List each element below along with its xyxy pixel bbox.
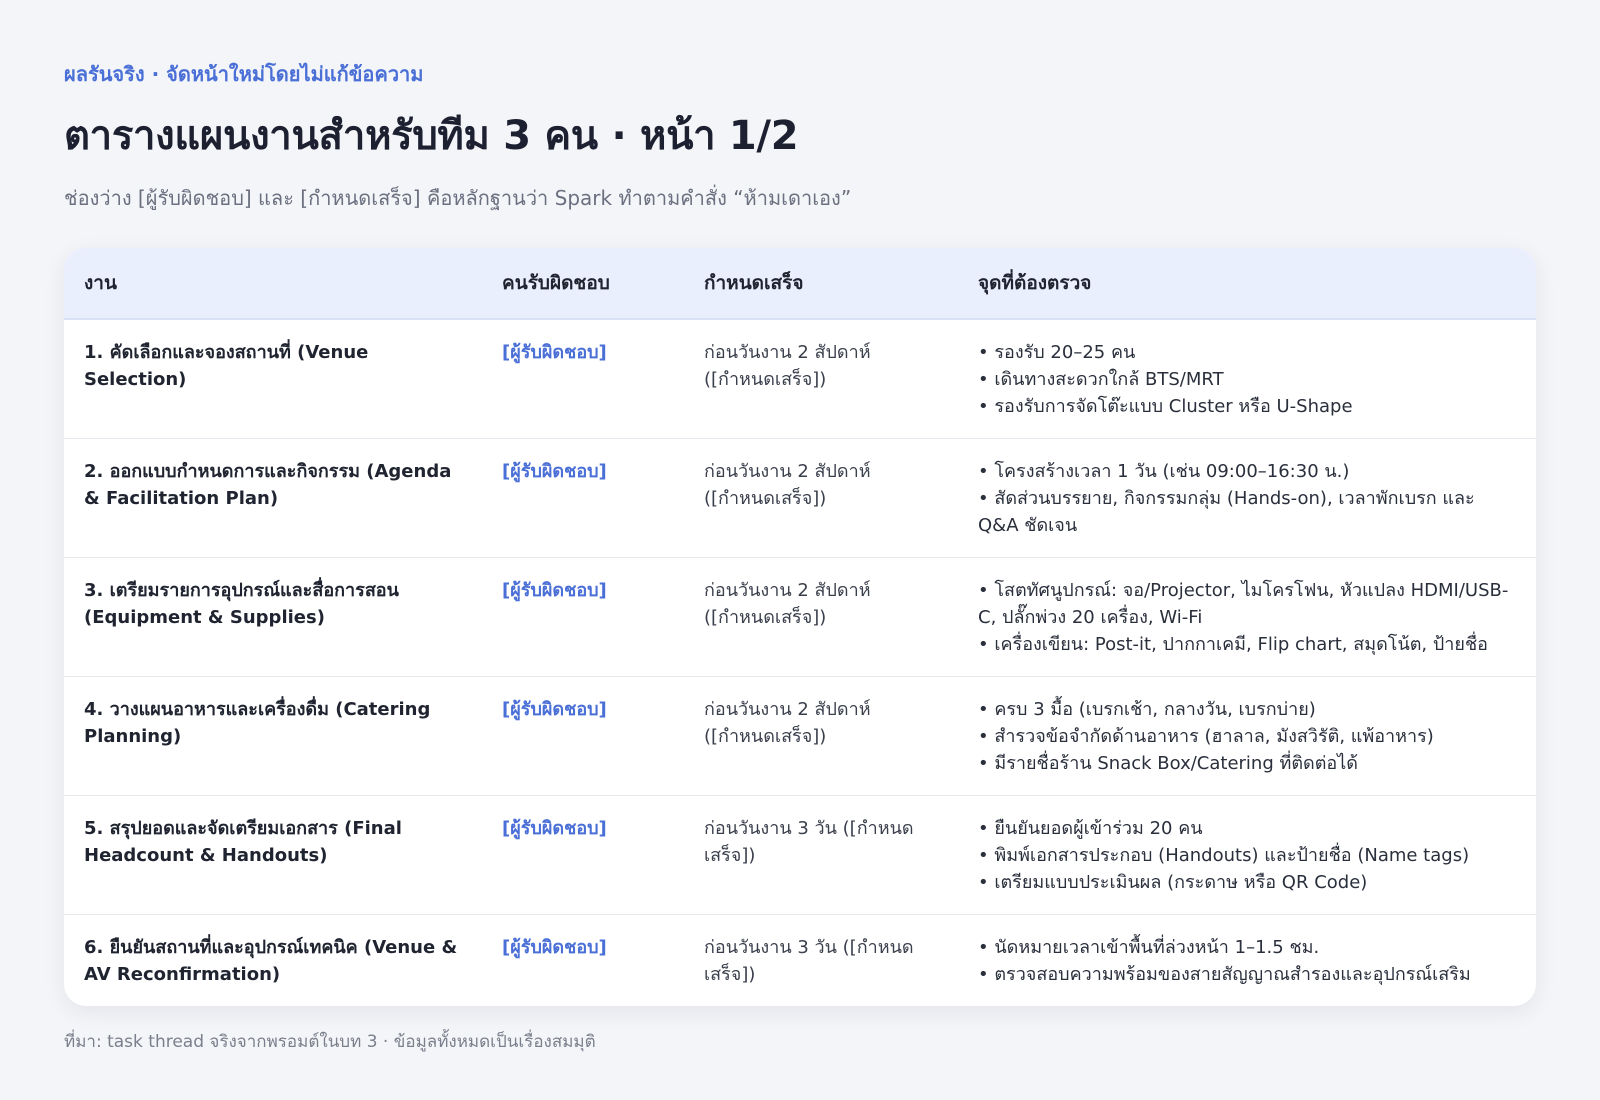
- check-item: • เครื่องเขียน: Post-it, ปากกาเคมี, Flip…: [978, 634, 1488, 655]
- check-item: • สำรวจข้อจำกัดด้านอาหาร (ฮาลาล, มังสวิร…: [978, 726, 1434, 747]
- owner-placeholder: [ผู้รับผิดชอบ]: [482, 557, 684, 677]
- checks-cell: • รองรับ 20–25 คน • เดินทางสะดวกใกล้ BTS…: [958, 319, 1536, 439]
- owner-placeholder: [ผู้รับผิดชอบ]: [482, 676, 684, 796]
- owner-placeholder: [ผู้รับผิดชอบ]: [502, 937, 607, 958]
- check-item: • สัดส่วนบรรยาย, กิจกรรมกลุ่ม (Hands-on)…: [978, 488, 1475, 536]
- due-cell: ก่อนวันงาน 2 สัปดาห์ ([กำหนดเสร็จ]): [684, 319, 958, 439]
- table-row: 2. ออกแบบกำหนดการและกิจกรรม (Agenda & Fa…: [64, 438, 1536, 558]
- due-cell: ก่อนวันงาน 3 วัน ([กำหนดเสร็จ]): [704, 937, 914, 985]
- due-cell: ก่อนวันงาน 3 วัน ([กำหนดเสร็จ]): [684, 795, 958, 915]
- column-header-due: กำหนดเสร็จ: [684, 248, 958, 320]
- table-row: 1. คัดเลือกและจองสถานที่ (Venue Selectio…: [64, 319, 1536, 439]
- source-footnote: ที่มา: task thread จริงจากพรอมต์ในบท 3 ·…: [64, 1032, 596, 1052]
- owner-placeholder: [ผู้รับผิดชอบ]: [482, 438, 684, 558]
- check-item: • โสตทัศนูปกรณ์: จอ/Projector, ไมโครโฟน,…: [978, 580, 1509, 628]
- due-cell: ก่อนวันงาน 2 สัปดาห์ ([กำหนดเสร็จ]): [684, 676, 958, 796]
- plan-table: งาน คนรับผิดชอบ กำหนดเสร็จ จุดที่ต้องตรว…: [64, 248, 1536, 1006]
- due-cell: ก่อนวันงาน 2 สัปดาห์ ([กำหนดเสร็จ]): [684, 438, 958, 558]
- check-item: • โครงสร้างเวลา 1 วัน (เช่น 09:00–16:30 …: [978, 461, 1350, 482]
- checks-cell: • โสตทัศนูปกรณ์: จอ/Projector, ไมโครโฟน,…: [958, 557, 1536, 677]
- table-row: 5. สรุปยอดและจัดเตรียมเอกสาร (Final Head…: [64, 795, 1536, 915]
- check-item: • ตรวจสอบความพร้อมของสายสัญญาณสำรองและอุ…: [978, 964, 1471, 985]
- table-row: 3. เตรียมรายการอุปกรณ์และสื่อการสอน (Equ…: [64, 557, 1536, 677]
- column-header-task: งาน: [64, 248, 482, 320]
- table-header-row: งาน คนรับผิดชอบ กำหนดเสร็จ จุดที่ต้องตรว…: [64, 248, 1536, 320]
- check-item: • นัดหมายเวลาเข้าพื้นที่ล่วงหน้า 1–1.5 ช…: [978, 937, 1320, 958]
- check-item: • เดินทางสะดวกใกล้ BTS/MRT: [978, 369, 1224, 390]
- check-item: • รองรับ 20–25 คน: [978, 342, 1136, 363]
- column-header-checks: จุดที่ต้องตรวจ: [958, 248, 1536, 320]
- task-cell: 1. คัดเลือกและจองสถานที่ (Venue Selectio…: [64, 319, 482, 439]
- check-item: • รองรับการจัดโต๊ะแบบ Cluster หรือ U-Sha…: [978, 396, 1353, 417]
- task-cell: 4. วางแผนอาหารและเครื่องดื่ม (Catering P…: [64, 676, 482, 796]
- check-item: • ครบ 3 มื้อ (เบรกเช้า, กลางวัน, เบรกบ่า…: [978, 699, 1316, 720]
- checks-cell: • โครงสร้างเวลา 1 วัน (เช่น 09:00–16:30 …: [958, 438, 1536, 558]
- checks-cell: • นัดหมายเวลาเข้าพื้นที่ล่วงหน้า 1–1.5 ช…: [958, 915, 1536, 1007]
- page-title: ตารางแผนงานสำหรับทีม 3 คน · หน้า 1/2: [64, 113, 799, 159]
- check-item: • มีรายชื่อร้าน Snack Box/Catering ที่ติ…: [978, 753, 1358, 774]
- page: ผลรันจริง · จัดหน้าใหม่โดยไม่แก้ข้อความ …: [64, 60, 1536, 1054]
- plan-table-card: งาน คนรับผิดชอบ กำหนดเสร็จ จุดที่ต้องตรว…: [64, 248, 1536, 1006]
- due-cell: ก่อนวันงาน 2 สัปดาห์ ([กำหนดเสร็จ]): [684, 557, 958, 677]
- check-item: • ยืนยันยอดผู้เข้าร่วม 20 คน: [978, 818, 1203, 839]
- column-header-owner: คนรับผิดชอบ: [482, 248, 684, 320]
- page-subtitle: ช่องว่าง [ผู้รับผิดชอบ] และ [กำหนดเสร็จ]…: [64, 186, 852, 210]
- owner-placeholder: [ผู้รับผิดชอบ]: [482, 319, 684, 439]
- checks-cell: • ยืนยันยอดผู้เข้าร่วม 20 คน • พิมพ์เอกส…: [958, 795, 1536, 915]
- checks-cell: • ครบ 3 มื้อ (เบรกเช้า, กลางวัน, เบรกบ่า…: [958, 676, 1536, 796]
- owner-placeholder: [ผู้รับผิดชอบ]: [482, 795, 684, 915]
- check-item: • เตรียมแบบประเมินผล (กระดาษ หรือ QR Cod…: [978, 872, 1368, 893]
- task-cell: 2. ออกแบบกำหนดการและกิจกรรม (Agenda & Fa…: [64, 438, 482, 558]
- task-cell: 6. ยืนยันสถานที่และอุปกรณ์เทคนิค (Venue …: [84, 937, 458, 985]
- table-row: 6. ยืนยันสถานที่และอุปกรณ์เทคนิค (Venue …: [64, 915, 1536, 1007]
- task-cell: 3. เตรียมรายการอุปกรณ์และสื่อการสอน (Equ…: [64, 557, 482, 677]
- check-item: • พิมพ์เอกสารประกอบ (Handouts) และป้ายชื…: [978, 845, 1470, 866]
- eyebrow-caption: ผลรันจริง · จัดหน้าใหม่โดยไม่แก้ข้อความ: [64, 62, 424, 86]
- table-row: 4. วางแผนอาหารและเครื่องดื่ม (Catering P…: [64, 676, 1536, 796]
- task-cell: 5. สรุปยอดและจัดเตรียมเอกสาร (Final Head…: [64, 795, 482, 915]
